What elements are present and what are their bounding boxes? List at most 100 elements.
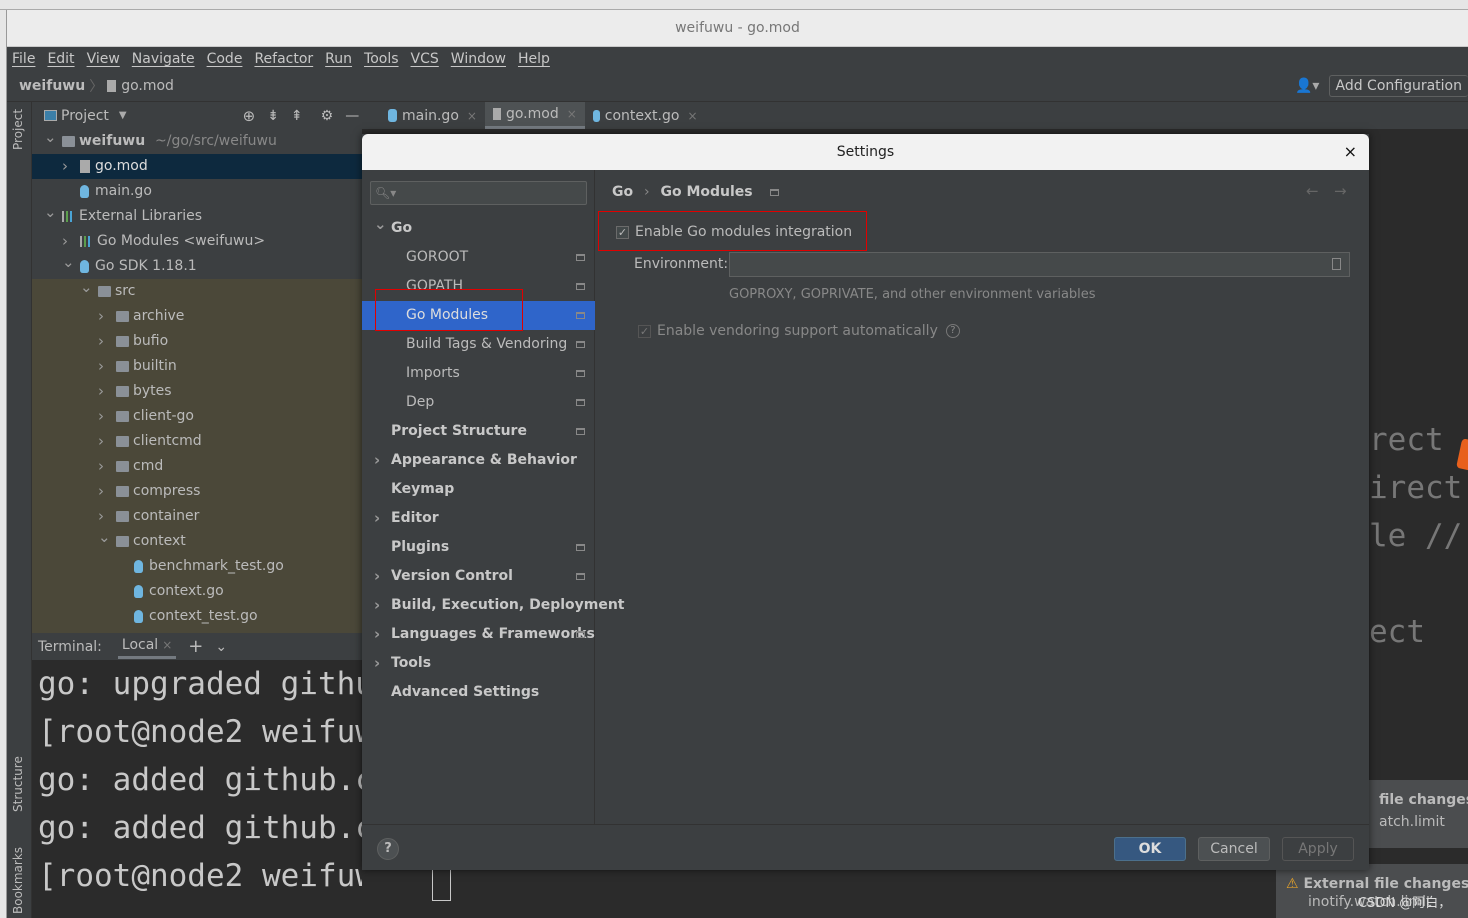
menu-tools[interactable]: Tools: [364, 51, 399, 67]
settings-nav-item[interactable]: Advanced Settings: [362, 678, 595, 707]
settings-nav-item[interactable]: › Build, Execution, Deployment: [362, 591, 625, 620]
chevron-right-icon[interactable]: ›: [98, 329, 104, 354]
breadcrumb-project[interactable]: weifuwu: [19, 78, 85, 94]
close-icon[interactable]: ×: [1344, 134, 1357, 170]
notification-balloon[interactable]: file changes sy atch.limit: [1369, 780, 1468, 848]
apply-button[interactable]: Apply: [1282, 837, 1354, 861]
settings-nav-item[interactable]: Keymap: [362, 475, 595, 504]
editor-area[interactable]: rect irect le // ect: [1369, 129, 1468, 660]
project-panel-title[interactable]: Project: [61, 108, 109, 124]
chevron-right-icon[interactable]: ›: [374, 446, 380, 475]
chevron-right-icon[interactable]: ›: [374, 649, 380, 678]
close-icon[interactable]: ×: [687, 109, 697, 123]
tree-item[interactable]: › compress: [32, 479, 362, 504]
chevron-right-icon[interactable]: ›: [374, 504, 380, 533]
chevron-right-icon[interactable]: ›: [98, 354, 104, 379]
chevron-down-icon[interactable]: ⌄: [44, 200, 57, 225]
chevron-right-icon[interactable]: ›: [98, 379, 104, 404]
chevron-right-icon[interactable]: ›: [98, 304, 104, 329]
menu-help[interactable]: Help: [518, 51, 550, 67]
settings-nav-item[interactable]: › Languages & Frameworks: [362, 620, 595, 649]
tree-item[interactable]: › clientcmd: [32, 429, 362, 454]
terminal-tab-local[interactable]: Local ×: [117, 634, 177, 659]
tab-main-go[interactable]: main.go ×: [380, 102, 485, 129]
tree-item[interactable]: context.go: [32, 579, 362, 604]
chevron-right-icon[interactable]: ›: [98, 404, 104, 429]
settings-search-input[interactable]: 🔍︎▾: [370, 181, 587, 205]
tree-item[interactable]: › bufio: [32, 329, 362, 354]
breadcrumb-go[interactable]: Go: [612, 184, 633, 200]
forward-icon[interactable]: →: [1334, 182, 1347, 200]
menu-vcs[interactable]: VCS: [411, 51, 439, 67]
tree-item[interactable]: › cmd: [32, 454, 362, 479]
tree-item[interactable]: benchmark_test.go: [32, 554, 362, 579]
settings-nav-item[interactable]: Plugins: [362, 533, 595, 562]
close-icon[interactable]: ×: [467, 109, 477, 123]
menu-window[interactable]: Window: [451, 51, 506, 67]
settings-nav-item[interactable]: › Version Control: [362, 562, 595, 591]
tree-item[interactable]: › bytes: [32, 379, 362, 404]
chevron-right-icon[interactable]: ›: [98, 479, 104, 504]
tree-item[interactable]: context_test.go: [32, 604, 362, 629]
bookmarks-tool-button[interactable]: Bookmarks: [11, 847, 25, 914]
chevron-down-icon[interactable]: ⌄: [80, 275, 93, 300]
chevron-right-icon[interactable]: ›: [62, 154, 68, 179]
settings-nav-item[interactable]: GOPATH: [362, 272, 595, 301]
menu-code[interactable]: Code: [207, 51, 243, 67]
terminal-output[interactable]: go: upgraded githu [root@node2 weifuw go…: [32, 660, 362, 918]
settings-nav-item[interactable]: › Editor: [362, 504, 595, 533]
chevron-right-icon[interactable]: ›: [98, 454, 104, 479]
tree-item[interactable]: ⌄ weifuwu ~/go/src/weifuwu: [32, 128, 362, 154]
chevron-right-icon[interactable]: ›: [374, 562, 380, 591]
tree-item[interactable]: › Go Modules <weifuwu>: [32, 229, 362, 254]
tree-item[interactable]: › builtin: [32, 354, 362, 379]
expand-all-icon[interactable]: ⇟: [267, 108, 279, 124]
menu-edit[interactable]: Edit: [47, 51, 74, 67]
tab-go-mod[interactable]: go.mod ×: [484, 102, 585, 129]
tree-item[interactable]: ⌄ External Libraries: [32, 203, 362, 229]
chevron-down-icon[interactable]: ▼: [119, 110, 127, 121]
menu-view[interactable]: View: [87, 51, 120, 67]
help-button[interactable]: ?: [377, 838, 399, 860]
structure-tool-button[interactable]: Structure: [11, 756, 25, 812]
settings-nav-item[interactable]: ⌄ Go: [362, 214, 595, 243]
cancel-button[interactable]: Cancel: [1198, 837, 1270, 861]
vendoring-checkbox[interactable]: ✓ Enable vendoring support automatically…: [638, 323, 960, 339]
tree-item[interactable]: › client-go: [32, 404, 362, 429]
browse-icon[interactable]: [1332, 258, 1341, 270]
tree-item[interactable]: › go.mod: [32, 154, 362, 179]
menu-run[interactable]: Run: [325, 51, 352, 67]
help-icon[interactable]: ?: [945, 324, 960, 338]
menu-file[interactable]: File: [12, 51, 35, 67]
back-icon[interactable]: ←: [1306, 182, 1319, 200]
settings-nav-item[interactable]: GOROOT: [362, 243, 595, 272]
tree-item[interactable]: › container: [32, 504, 362, 529]
chevron-down-icon[interactable]: ⌄: [98, 525, 111, 550]
chevron-right-icon[interactable]: ›: [374, 591, 380, 620]
chevron-down-icon[interactable]: ⌄: [215, 639, 227, 655]
settings-nav-item[interactable]: Dep: [362, 388, 595, 417]
close-icon[interactable]: ×: [567, 107, 577, 121]
gear-icon[interactable]: ⚙: [321, 108, 334, 124]
settings-nav-item[interactable]: Imports: [362, 359, 595, 388]
tree-item[interactable]: main.go: [32, 179, 362, 204]
ok-button[interactable]: OK: [1114, 837, 1186, 861]
settings-nav-item[interactable]: › Tools: [362, 649, 595, 678]
project-tool-button[interactable]: Project: [11, 109, 25, 150]
chevron-down-icon[interactable]: ⌄: [374, 210, 387, 239]
chevron-down-icon[interactable]: ⌄: [44, 125, 57, 150]
settings-nav-item[interactable]: Go Modules: [362, 301, 595, 330]
enable-modules-checkbox[interactable]: ✓ Enable Go modules integration: [616, 224, 852, 240]
tab-context-go[interactable]: context.go ×: [585, 102, 706, 129]
hide-icon[interactable]: —: [345, 108, 359, 124]
menu-refactor[interactable]: Refactor: [254, 51, 313, 67]
tree-item[interactable]: ⌄ context: [32, 528, 362, 554]
menu-navigate[interactable]: Navigate: [132, 51, 195, 67]
breadcrumb-file[interactable]: go.mod: [121, 78, 174, 94]
chevron-right-icon[interactable]: ›: [374, 620, 380, 649]
add-configuration-button[interactable]: Add Configuration: [1328, 75, 1468, 97]
new-terminal-icon[interactable]: +: [188, 636, 203, 657]
chevron-down-icon[interactable]: ⌄: [62, 250, 75, 275]
settings-nav-item[interactable]: › Appearance & Behavior: [362, 446, 595, 475]
tree-item[interactable]: ⌄ src: [32, 278, 362, 304]
